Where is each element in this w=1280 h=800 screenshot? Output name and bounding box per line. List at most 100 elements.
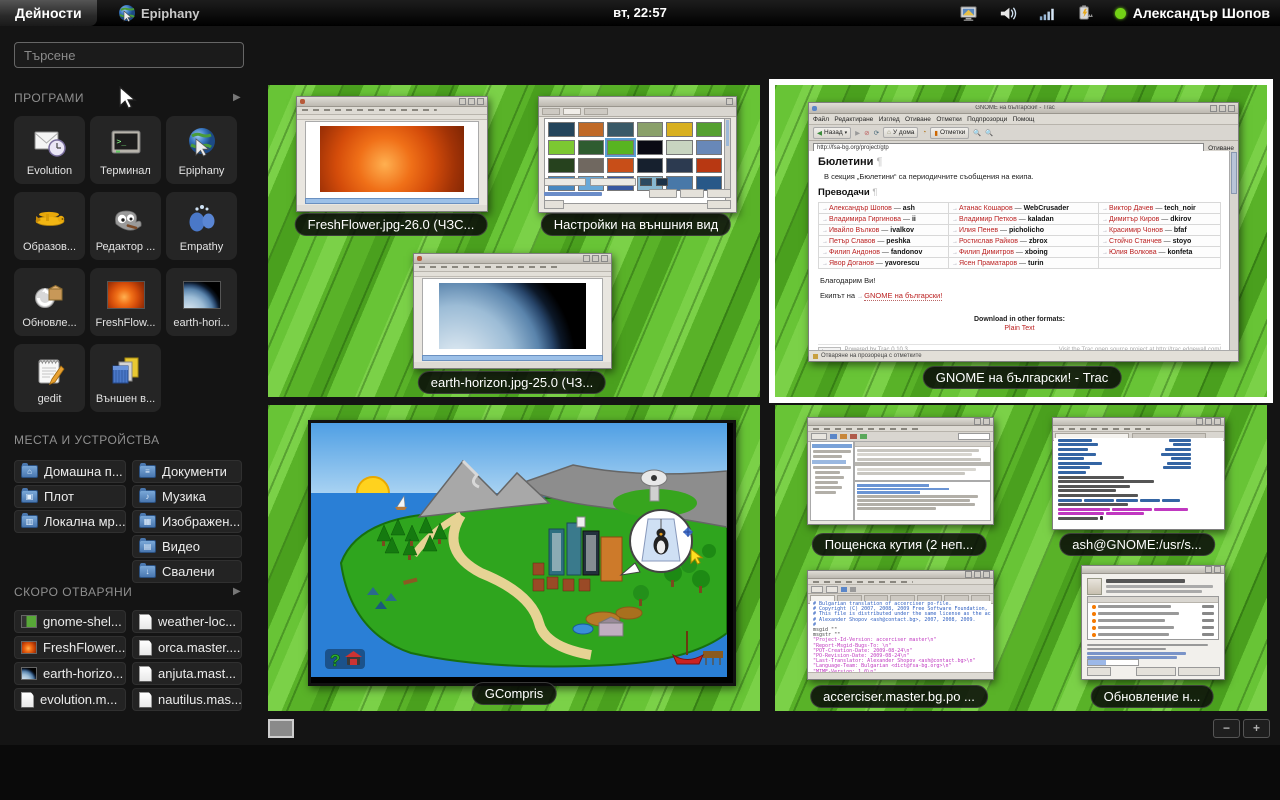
gimp-canvas (305, 121, 479, 199)
browser-menubar[interactable]: Файл Редактиране Изглед Отиване Отметки … (809, 114, 1238, 125)
plain-text-link[interactable]: Plain Text (818, 325, 1221, 332)
display-icon[interactable] (959, 4, 978, 23)
translator-cell: →Владимира Гиргинова — ii (819, 214, 949, 225)
window-gedit-po[interactable]: # Bulgarian translation of accerciser po… (807, 570, 994, 680)
recent-item[interactable]: nautilus.mas... (132, 688, 242, 711)
recent-item[interactable]: evolution.m... (14, 688, 126, 711)
epiphany-globe-icon (118, 4, 136, 22)
window-evolution[interactable] (807, 417, 994, 525)
app-tile-earth-horizon[interactable]: earth-hori... (166, 268, 237, 336)
svg-text:?: ? (330, 651, 340, 670)
clock[interactable]: вт, 22:57 (613, 0, 667, 26)
epiphany-icon (166, 116, 237, 165)
back-button[interactable]: ◀Назад▾ (813, 127, 851, 139)
scrollbar[interactable] (1229, 151, 1238, 351)
recent-item[interactable]: FreshFlower... (14, 636, 126, 659)
place-desktop[interactable]: Плот (14, 485, 126, 508)
videos-folder-icon (139, 540, 156, 553)
bookmarks-button[interactable]: ▮Отметки (930, 127, 969, 139)
progress-bar (1087, 659, 1139, 666)
window-gcompris[interactable]: ? (308, 420, 736, 686)
window-titlebar (297, 97, 487, 107)
network-icon[interactable] (1037, 4, 1056, 23)
terminal-output (1054, 438, 1223, 528)
app-menu[interactable]: Epiphany (118, 0, 200, 26)
app-label: Epiphany (166, 165, 237, 177)
window-menubar (414, 264, 611, 272)
add-workspace-button[interactable]: + (1243, 719, 1270, 738)
wallpaper-thumbnail (548, 140, 575, 155)
translator-cell: →Атанас Кошаров — WebCrusader (948, 203, 1098, 214)
app-tile-software-update[interactable]: Обновле... (14, 268, 85, 336)
place-network[interactable]: Локална мр... (14, 510, 126, 533)
app-tile-terminal[interactable]: >_ Терминал (90, 116, 161, 184)
remove-workspace-button[interactable]: − (1213, 719, 1240, 738)
window-titlebar (1053, 418, 1224, 426)
place-videos[interactable]: Видео (132, 535, 242, 558)
place-pictures[interactable]: Изображен... (132, 510, 242, 533)
recent-item[interactable]: anjuta.mast... (132, 662, 242, 685)
window-epiphany-trac[interactable]: GNOME на български! - Trac Файл Редактир… (808, 102, 1239, 362)
app-label: FreshFlow... (90, 317, 161, 329)
translator-cell: →Ивайло Вълков — ivalkov (819, 225, 949, 236)
wallpaper-thumbnail (578, 140, 605, 155)
app-label: Образов... (14, 241, 85, 253)
app-tile-gedit[interactable]: gedit (14, 344, 85, 412)
window-titlebar (1082, 566, 1224, 574)
window-terminal[interactable] (1052, 417, 1225, 530)
place-music[interactable]: Музика (132, 485, 242, 508)
search-input[interactable] (14, 42, 244, 68)
place-downloads[interactable]: Свалени (132, 560, 242, 583)
programs-expand-icon[interactable]: ▶ (233, 92, 241, 103)
app-tile-evolution[interactable]: Evolution (14, 116, 85, 184)
window-appearance-preferences[interactable] (538, 96, 737, 213)
update-icon (14, 268, 85, 317)
wallpaper-thumbnail (607, 158, 634, 173)
place-home[interactable]: Домашна п... (14, 460, 126, 483)
app-tile-epiphany[interactable]: Epiphany (166, 116, 237, 184)
workspace-4[interactable]: # Bulgarian translation of accerciser po… (775, 405, 1267, 711)
app-tile-appearance[interactable]: Външен в... (90, 344, 161, 412)
terminal-icon: >_ (90, 116, 161, 165)
app-tile-empathy[interactable]: Empathy (166, 192, 237, 260)
recent-expand-icon[interactable]: ▶ (233, 586, 241, 597)
gimp-icon (90, 192, 161, 241)
window-gimp-earth-horizon[interactable] (413, 253, 612, 369)
app-tile-gcompris[interactable]: Образов... (14, 192, 85, 260)
home-button[interactable]: ⌂У дома (883, 127, 918, 138)
browser-toolbar: ◀Назад▾ ▶⊘⟳ ⌂У дома ◔ ▮Отметки 🔍🔍 (809, 125, 1238, 141)
workspace-3[interactable]: ? GCompris (268, 405, 760, 711)
team-link[interactable]: GNOME на български! (864, 291, 942, 301)
workspace-indicator[interactable] (268, 719, 294, 738)
recent-item[interactable]: weather-loc... (132, 610, 242, 633)
wallpaper-thumbnail (666, 158, 693, 173)
user-menu[interactable]: Александър Шопов (1115, 5, 1270, 21)
app-tile-gimp[interactable]: Редактор ... (90, 192, 161, 260)
app-label: gedit (14, 393, 85, 405)
workspace-2[interactable]: GNOME на български! - Trac Файл Редактир… (775, 85, 1267, 397)
activities-button[interactable]: Дейности (0, 0, 97, 26)
screenshot-thumbnail (21, 615, 37, 628)
recent-item[interactable]: orca.master.... (132, 636, 242, 659)
window-label: Пощенска кутия (2 неп... (812, 533, 987, 556)
gnome-shell-overview: Дейности Epiphany вт, 22:57 Александър Ш… (0, 0, 1280, 800)
window-gimp-freshflower[interactable] (296, 96, 488, 212)
place-documents[interactable]: Документи (132, 460, 242, 483)
control-bar: ? (325, 649, 365, 670)
gimp-canvas (422, 278, 603, 356)
documents-folder-icon (139, 465, 156, 478)
window-update-manager[interactable] (1081, 565, 1225, 680)
app-label: Обновле... (14, 317, 85, 329)
battery-icon[interactable] (1076, 4, 1095, 23)
scrollbar[interactable] (724, 118, 731, 198)
recent-item[interactable]: gnome-shel... (14, 610, 126, 633)
freshflower-thumbnail (21, 641, 37, 654)
gedit-text-area[interactable]: # Bulgarian translation of accerciser po… (810, 601, 991, 672)
volume-icon[interactable] (998, 4, 1017, 23)
recent-item[interactable]: earth-horizo... (14, 662, 126, 685)
appearance-icon (90, 344, 161, 393)
document-icon (139, 692, 152, 708)
translator-cell: →Петър Славов — peshka (819, 236, 949, 247)
app-tile-freshflower[interactable]: FreshFlow... (90, 268, 161, 336)
workspace-1[interactable]: FreshFlower.jpg-26.0 (ЧЗС... Настройки н… (268, 85, 760, 397)
